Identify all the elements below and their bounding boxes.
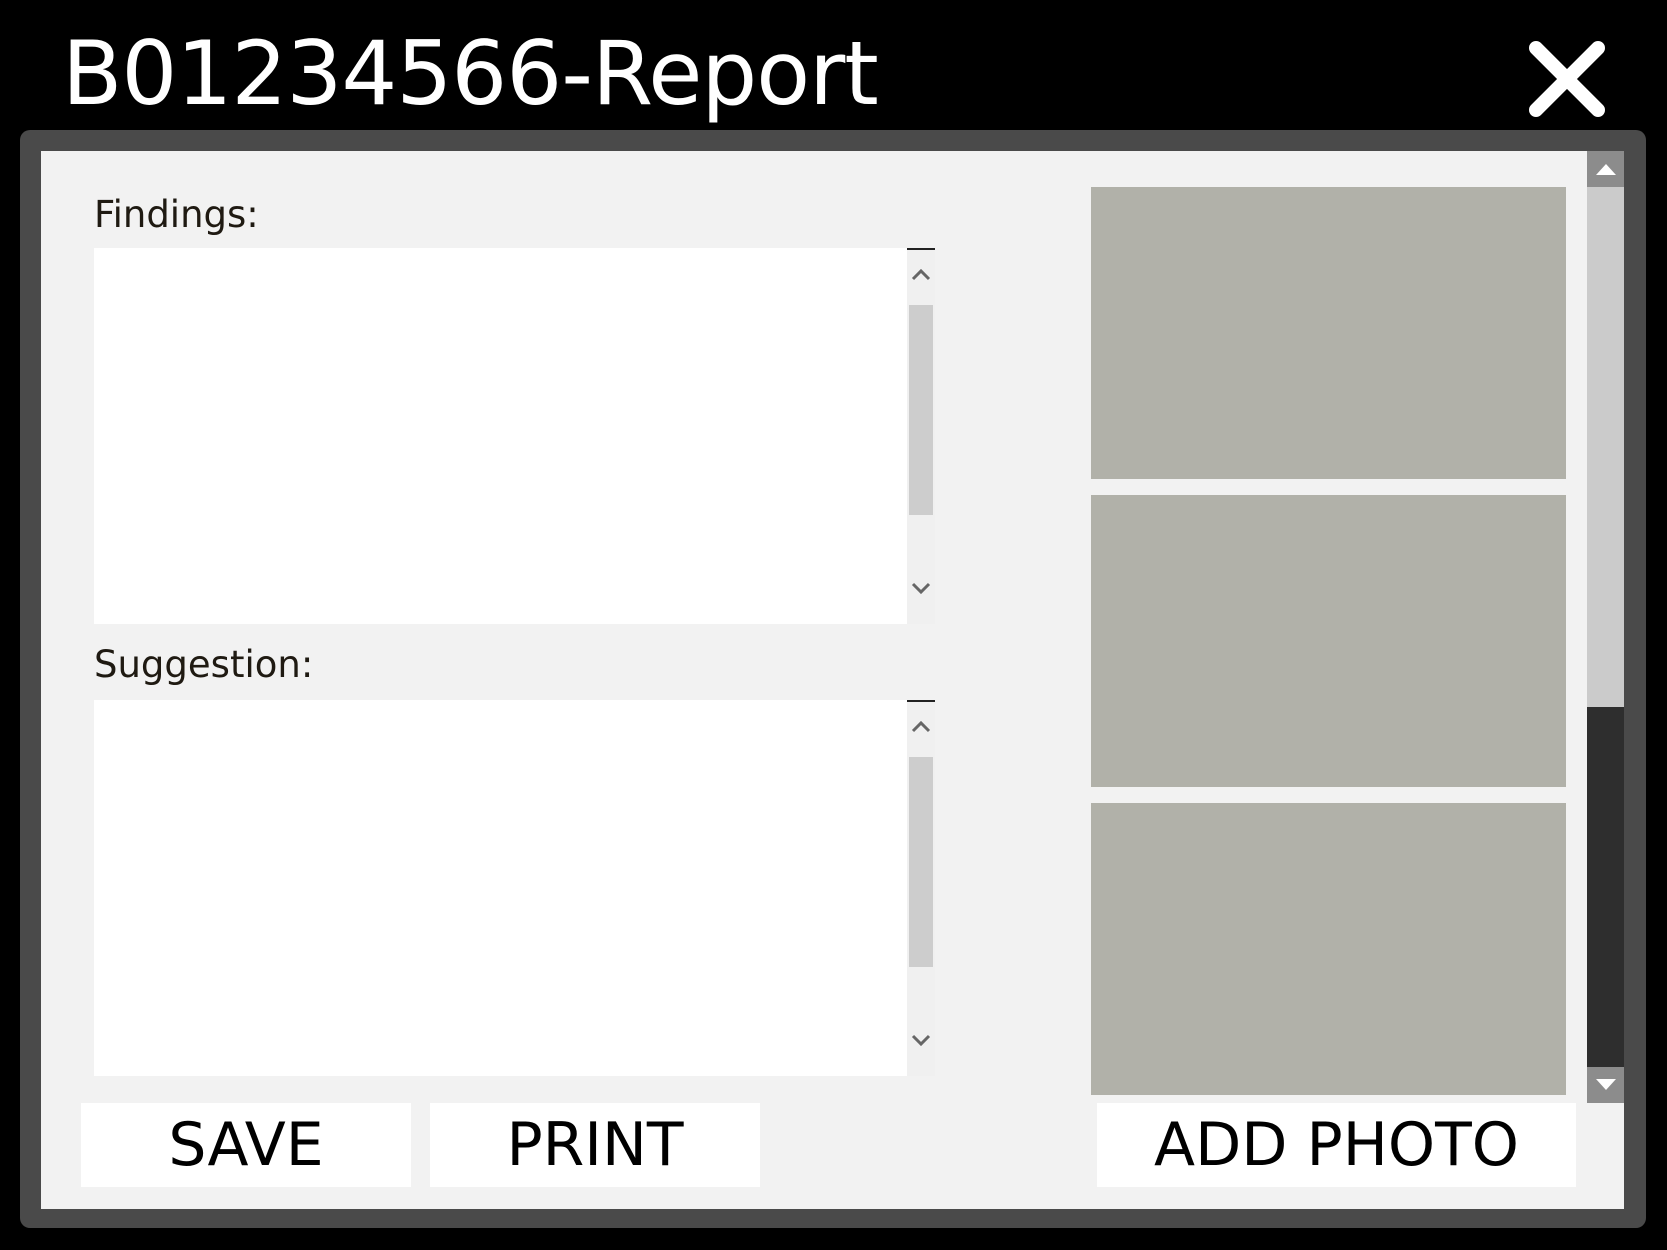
triangle-down-icon [1595,1079,1616,1090]
photo-placeholder[interactable] [1091,495,1566,787]
add-photo-button[interactable]: ADD PHOTO [1097,1103,1576,1187]
findings-scroll-thumb[interactable] [909,305,933,515]
findings-scrollbar[interactable] [907,248,935,624]
photo-scroll-down-button[interactable] [1587,1067,1624,1103]
chevron-up-icon [911,268,931,281]
photo-list-scrollbar[interactable] [1587,151,1624,1103]
chevron-down-icon [911,582,931,595]
findings-textarea[interactable] [94,248,908,624]
title-bar: B01234566-Report [0,0,1667,130]
window-title: B01234566-Report [62,22,879,125]
photo-scroll-thumb[interactable] [1587,187,1624,707]
findings-label: Findings: [94,193,259,236]
save-button[interactable]: SAVE [81,1103,411,1187]
findings-scroll-up-button[interactable] [907,260,935,290]
suggestion-scrollbar[interactable] [907,700,935,1076]
photo-placeholder[interactable] [1091,803,1566,1095]
close-button[interactable] [1526,38,1608,120]
findings-scroll-down-button[interactable] [907,573,935,603]
findings-scrollbar-edge [907,248,935,250]
chevron-down-icon [911,1034,931,1047]
triangle-up-icon [1595,164,1616,175]
suggestion-scroll-up-button[interactable] [907,712,935,742]
chevron-up-icon [911,720,931,733]
photo-placeholder[interactable] [1091,187,1566,479]
photo-scroll-up-button[interactable] [1587,151,1624,187]
suggestion-scrollbar-edge [907,700,935,702]
suggestion-scroll-down-button[interactable] [907,1025,935,1055]
close-icon [1529,41,1605,117]
suggestion-scroll-thumb[interactable] [909,757,933,967]
suggestion-label: Suggestion: [94,643,314,686]
suggestion-textarea[interactable] [94,700,908,1076]
print-button[interactable]: PRINT [430,1103,760,1187]
